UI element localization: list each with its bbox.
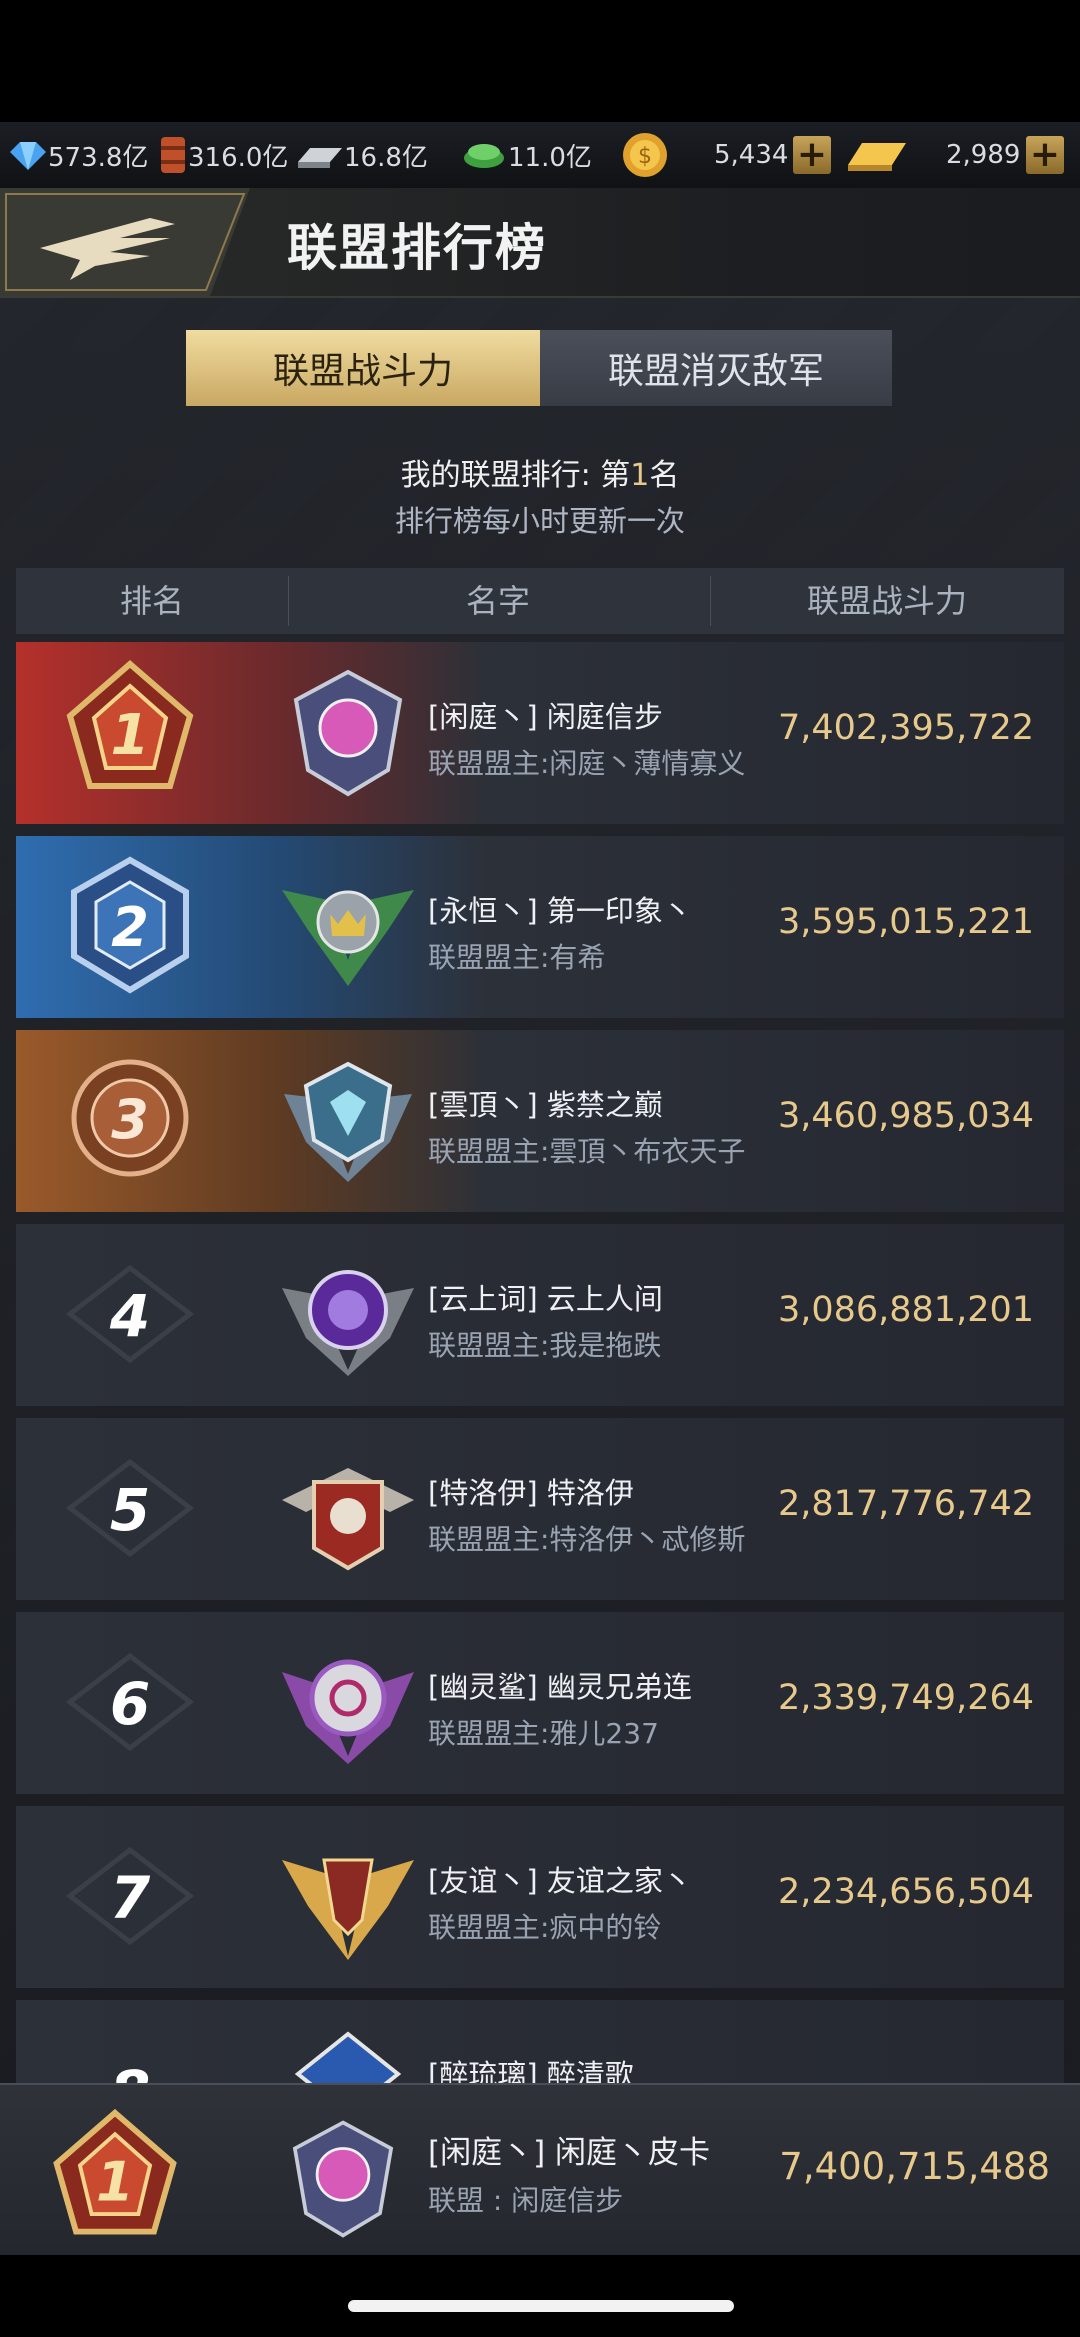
rank-1-badge-icon: 1 [66, 660, 194, 789]
tab-alliance-power-label: 联盟战斗力 [272, 351, 453, 392]
coin-value-wrap: 5,434 [714, 122, 788, 188]
header-power: 联盟战斗力 [806, 582, 967, 620]
alliance-power: 2,339,749,264 [777, 1678, 1034, 1718]
alliance-name: [雲頂丶] 紫禁之巅 [428, 1088, 663, 1122]
alliance-leader: 联盟盟主:雲頂丶布衣天子 [428, 1135, 746, 1168]
alliance-name: [友谊丶] 友谊之家丶 [428, 1864, 692, 1898]
coin-value: 5,434 [714, 140, 789, 170]
svg-text:1: 1 [111, 703, 150, 768]
crystal-value: 573.8亿 [48, 142, 149, 173]
alliance-emblem-icon [284, 1061, 412, 1182]
oil-barrel-icon [161, 137, 185, 173]
coin-icon: $ [623, 133, 667, 177]
alliance-emblem-icon [282, 1659, 414, 1764]
alliance-name: [闲庭丶] 闲庭信步 [428, 700, 663, 734]
oil-value: 316.0亿 [188, 142, 289, 173]
svg-text:4: 4 [109, 1282, 150, 1350]
alliance-leader: 联盟盟主:闲庭丶薄情寡义 [428, 747, 746, 780]
table-row[interactable]: 4 [云上词] 云上人间 联盟盟主:我是拖跌 3,086,881,201 [16, 1224, 1064, 1406]
player-alliance: 联盟 : 闲庭信步 [428, 2184, 624, 2217]
resource-steel[interactable]: 16.8亿 [296, 122, 428, 188]
alliance-leader: 联盟盟主:特洛伊丶忒修斯 [428, 1523, 746, 1556]
my-rank-number: 1 [630, 458, 650, 493]
alliance-name: [永恒丶] 第一印象丶 [428, 894, 692, 928]
alliance-leader: 联盟盟主:雅儿237 [428, 1717, 659, 1750]
resource-oil[interactable]: 316.0亿 [158, 122, 288, 188]
resource-gold[interactable] [844, 122, 908, 188]
crystal-icon [10, 142, 46, 170]
cash-icon [464, 144, 504, 168]
eagle-emblem-icon [0, 188, 250, 296]
alliance-power: 3,460,985,034 [777, 1096, 1034, 1136]
rank-7-badge-icon: 7 [65, 1846, 195, 1946]
my-alliance-rank: 我的联盟排行: 第1名 [0, 450, 1080, 494]
home-indicator[interactable] [348, 2300, 734, 2312]
svg-text:6: 6 [110, 1670, 150, 1738]
rank-2-badge-icon: 2 [71, 856, 189, 994]
gold-value: 2,989 [946, 140, 1021, 170]
steel-value: 16.8亿 [344, 142, 428, 173]
page-title: 联盟排行榜 [287, 219, 547, 277]
alliance-power: 2,817,776,742 [777, 1484, 1034, 1524]
svg-text:1: 1 [96, 2149, 134, 2213]
back-button[interactable] [0, 188, 250, 296]
alliance-emblem-icon [282, 1270, 414, 1376]
alliance-emblem-icon [282, 1858, 414, 1960]
table-row[interactable]: 6 [幽灵鲨] 幽灵兄弟连 联盟盟主:雅儿237 2,339,749,264 [16, 1612, 1064, 1794]
svg-text:7: 7 [110, 1864, 151, 1932]
table-header: 排名 名字 联盟战斗力 [16, 568, 1064, 634]
my-entry-footer[interactable]: 1 [闲庭丶] 闲庭丶皮卡 联盟 : 闲庭信步 7,400,715,488 [0, 2083, 1080, 2255]
player-name: [闲庭丶] 闲庭丶皮卡 [428, 2135, 711, 2171]
my-rank-prefix: 我的联盟排行: 第 [400, 458, 631, 493]
cash-value: 11.0亿 [508, 142, 592, 173]
svg-text:$: $ [638, 144, 652, 169]
my-rank-suffix: 名 [649, 458, 680, 493]
table-row[interactable]: 5 [特洛伊] 特洛伊 联盟盟主:特洛伊丶忒修斯 2,817,776,742 [16, 1418, 1064, 1600]
alliance-leader: 联盟盟主:我是拖跌 [428, 1329, 662, 1362]
gold-value-wrap: 2,989 [946, 122, 1020, 188]
table-row[interactable]: 3 [雲頂丶] 紫禁之巅 联盟盟主:雲頂丶布衣天子 3,460,985,034 [16, 1030, 1064, 1212]
header-name: 名字 [465, 582, 530, 620]
alliance-name: [特洛伊] 特洛伊 [428, 1476, 634, 1510]
alliance-power: 3,595,015,221 [777, 902, 1034, 942]
header-rank: 排名 [119, 582, 184, 620]
table-row[interactable]: 2 [永恒丶] 第一印象丶 联盟盟主:有希 3,595,015,221 [16, 836, 1064, 1018]
resource-cash[interactable]: 11.0亿 [460, 122, 592, 188]
alliance-power: 3,086,881,201 [777, 1290, 1034, 1330]
alliance-power: 7,402,395,722 [777, 708, 1034, 748]
add-gold-button[interactable]: + [1026, 136, 1064, 174]
svg-text:2: 2 [111, 896, 149, 959]
resource-crystal[interactable]: 573.8亿 [6, 122, 148, 188]
alliance-name: [幽灵鲨] 幽灵兄弟连 [428, 1670, 692, 1704]
rank-5-badge-icon: 5 [65, 1458, 195, 1558]
tab-alliance-kills[interactable]: 联盟消灭敌军 [540, 330, 892, 406]
alliance-emblem-icon [282, 890, 414, 986]
rank-3-badge-icon: 3 [71, 1059, 189, 1177]
rank-6-badge-icon: 6 [65, 1652, 195, 1752]
steel-bar-icon [298, 148, 342, 168]
svg-text:3: 3 [111, 1088, 149, 1151]
rank-4-badge-icon: 4 [65, 1264, 195, 1364]
alliance-emblem-icon [292, 2120, 394, 2238]
rank-1-badge-icon: 1 [53, 2108, 177, 2235]
gold-bar-icon [848, 143, 906, 171]
resource-bar: 573.8亿 316.0亿 16.8亿 11.0亿 $ 5,434 + 2,98… [0, 122, 1080, 189]
player-power: 7,400,715,488 [779, 2145, 1050, 2188]
alliance-leader: 联盟盟主:疯中的铃 [428, 1911, 662, 1944]
update-note: 排行榜每小时更新一次 [394, 504, 685, 538]
add-coin-button[interactable]: + [793, 136, 831, 174]
alliance-name: [云上词] 云上人间 [428, 1282, 663, 1316]
alliance-emblem-icon [282, 1468, 414, 1571]
tab-alliance-kills-label: 联盟消灭敌军 [607, 351, 824, 392]
alliance-emblem-icon [293, 669, 403, 797]
alliance-leader: 联盟盟主:有希 [428, 941, 606, 974]
svg-text:5: 5 [110, 1476, 150, 1544]
table-row[interactable]: 7 [友谊丶] 友谊之家丶 联盟盟主:疯中的铃 2,234,656,504 [16, 1806, 1064, 1988]
table-row[interactable]: 1 [闲庭丶] 闲庭信步 联盟盟主:闲庭丶薄情寡义 7,402,395,722 [16, 642, 1064, 824]
alliance-power: 2,234,656,504 [777, 1872, 1034, 1912]
resource-coin[interactable]: $ [620, 122, 670, 188]
tab-alliance-power[interactable]: 联盟战斗力 [186, 330, 540, 406]
